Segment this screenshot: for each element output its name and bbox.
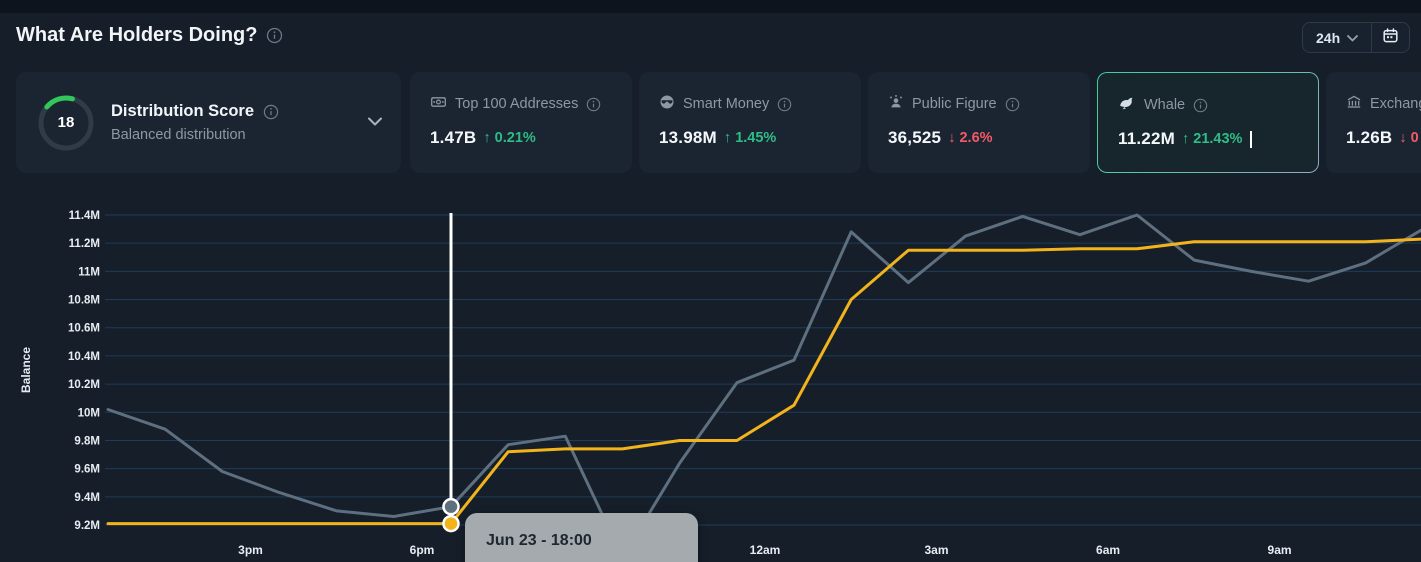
y-axis-tick-label: 9.8M <box>74 435 100 447</box>
chart-tooltip: Jun 23 - 18:00 <box>465 513 698 562</box>
metric-value: 36,525 <box>888 128 942 147</box>
x-axis-tick-label: 12am <box>750 543 781 557</box>
y-axis-tick-label: 10.8M <box>68 295 100 307</box>
x-axis-tick-label: 6pm <box>410 543 435 557</box>
chart-tooltip-label: Jun 23 - 18:00 <box>486 532 592 549</box>
time-range-dropdown[interactable]: 24h <box>1303 23 1371 52</box>
chevron-down-icon[interactable] <box>367 114 383 132</box>
metric-card-smart-money[interactable]: Smart Money 13.98M ↑ 1.45% <box>639 72 861 173</box>
distribution-score-value: 18 <box>57 114 75 131</box>
metric-card-whale[interactable]: Whale 11.22M ↑ 21.43% <box>1097 72 1319 173</box>
calendar-icon <box>1383 27 1398 48</box>
y-axis-tick-label: 10M <box>78 407 100 419</box>
metric-change: ↓ 0 <box>1399 130 1419 146</box>
metric-label: Exchange <box>1370 96 1421 112</box>
distribution-score-text: Distribution Score Balanced distribution <box>111 102 367 143</box>
metric-value: 11.22M <box>1118 129 1175 148</box>
time-range-value: 24h <box>1316 29 1341 46</box>
distribution-score-gauge: 18 <box>38 95 94 151</box>
metric-change: ↑ 1.45% <box>723 130 777 146</box>
metric-label: Top 100 Addresses <box>455 96 579 112</box>
balance-line-chart: 11.4M 11.2M 11M 10.8M 10.6M 10.4M 10.2M 10M 9.8M… <box>19 210 1421 559</box>
chart-line-series-gray <box>106 213 1421 559</box>
metric-card-top-100-addresses[interactable]: Top 100 Addresses 1.47B ↑ 0.21% <box>410 72 632 173</box>
y-axis-tick-label: 10.4M <box>68 351 100 363</box>
distribution-score-card[interactable]: 18 Distribution Score Balanced distribut… <box>16 72 401 173</box>
metric-change: ↑ 0.21% <box>483 130 536 146</box>
crosshair-marker-dot <box>442 514 460 533</box>
metric-change: ↑ 21.43% <box>1181 131 1243 147</box>
chevron-down-icon <box>1347 29 1359 47</box>
info-icon[interactable] <box>1005 97 1020 112</box>
x-axis-tick-label: 9am <box>1268 543 1292 557</box>
chart-line-series-yellow <box>106 237 1421 526</box>
metric-value: 1.26B <box>1346 128 1393 147</box>
y-axis-tick-label: 9.6M <box>74 464 100 476</box>
banknote-icon <box>430 94 447 114</box>
y-axis-tick-label: 9.4M <box>74 492 100 504</box>
distribution-score-title: Distribution Score <box>111 102 255 120</box>
y-axis-tick-label: 11M <box>78 266 100 278</box>
metric-card-exchange[interactable]: Exchange 1.26B ↓ 0 <box>1326 72 1421 173</box>
info-icon[interactable] <box>1193 98 1208 113</box>
metric-change: ↓ 2.6% <box>948 130 993 146</box>
y-axis-tick-label: 10.2M <box>68 379 100 391</box>
top-strip <box>0 0 1421 13</box>
distribution-score-subtitle: Balanced distribution <box>111 127 246 143</box>
y-axis-tick-label: 11.2M <box>69 238 100 250</box>
calendar-button[interactable] <box>1372 23 1409 52</box>
y-axis-tick-label: 10.6M <box>68 323 100 335</box>
x-axis-tick-label: 3pm <box>238 543 263 557</box>
metric-label: Whale <box>1144 97 1186 113</box>
info-icon[interactable] <box>263 104 279 120</box>
info-icon[interactable] <box>777 97 792 112</box>
time-range-control: 24h <box>1302 22 1411 53</box>
page-title: What Are Holders Doing? <box>16 24 258 46</box>
crosshair-marker-dot <box>442 497 460 516</box>
text-caret <box>1250 130 1252 148</box>
x-axis-tick-label: 3am <box>925 543 949 557</box>
y-axis-tick-label: 11.4M <box>69 210 100 222</box>
smart-money-icon <box>659 94 675 114</box>
exchange-bank-icon <box>1346 94 1362 114</box>
metric-label: Public Figure <box>912 96 997 112</box>
holders-widget: What Are Holders Doing? 24h 18 Distribut… <box>0 0 1421 562</box>
whale-icon <box>1118 95 1136 115</box>
metric-label: Smart Money <box>683 96 770 112</box>
metric-card-public-figure[interactable]: Public Figure 36,525 ↓ 2.6% <box>868 72 1090 173</box>
metric-value: 13.98M <box>659 128 717 147</box>
info-icon[interactable] <box>586 97 601 112</box>
page-title-row: What Are Holders Doing? <box>16 24 283 47</box>
metric-value: 1.47B <box>430 128 477 147</box>
public-figure-icon <box>888 94 904 114</box>
y-axis-tick-label: 9.2M <box>74 520 100 532</box>
y-axis-title: Balance <box>19 347 33 393</box>
x-axis-tick-label: 6am <box>1096 543 1120 557</box>
title-info-icon[interactable] <box>266 27 283 44</box>
